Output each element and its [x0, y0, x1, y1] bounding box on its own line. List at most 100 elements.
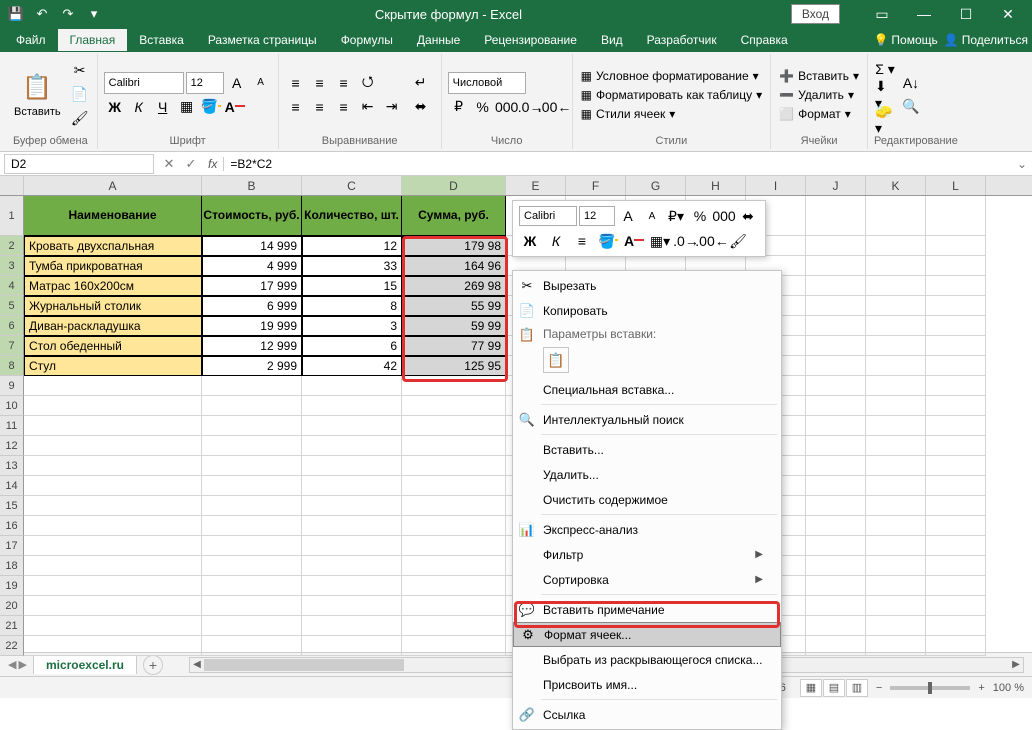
- cell[interactable]: [866, 376, 926, 396]
- row-header[interactable]: 10: [0, 396, 24, 416]
- font-color-icon[interactable]: A: [224, 96, 246, 118]
- grow-font-icon[interactable]: A: [226, 72, 248, 94]
- qat-customize-icon[interactable]: ▾: [82, 2, 106, 26]
- cell[interactable]: [866, 596, 926, 616]
- cell[interactable]: [806, 396, 866, 416]
- insert-cells[interactable]: ➕ Вставить ▾: [777, 68, 861, 84]
- cell[interactable]: 19 999: [202, 316, 302, 336]
- view-normal-icon[interactable]: ▦: [800, 679, 822, 697]
- row-header[interactable]: 16: [0, 516, 24, 536]
- cell[interactable]: [806, 336, 866, 356]
- cell[interactable]: [24, 556, 202, 576]
- cm-insert-comment[interactable]: 💬Вставить примечание: [513, 597, 781, 622]
- tab-data[interactable]: Данные: [405, 29, 472, 51]
- cell[interactable]: [866, 336, 926, 356]
- cell[interactable]: [926, 276, 986, 296]
- underline-button[interactable]: Ч: [152, 96, 174, 118]
- italic-button[interactable]: К: [128, 96, 150, 118]
- cell[interactable]: [866, 516, 926, 536]
- mt-inc-dec-icon[interactable]: .0→: [675, 230, 697, 252]
- cell[interactable]: [24, 636, 202, 656]
- cell[interactable]: [402, 636, 506, 656]
- format-as-table[interactable]: ▦ Форматировать как таблицу ▾: [579, 87, 765, 103]
- row-header[interactable]: 17: [0, 536, 24, 556]
- col-header-d[interactable]: D: [402, 176, 506, 195]
- cell[interactable]: [866, 436, 926, 456]
- row-header[interactable]: 13: [0, 456, 24, 476]
- cell[interactable]: [866, 536, 926, 556]
- cell[interactable]: [806, 616, 866, 636]
- cell[interactable]: 125 95: [402, 356, 506, 376]
- cell[interactable]: [926, 496, 986, 516]
- cell[interactable]: [302, 436, 402, 456]
- zoom-level[interactable]: 100 %: [993, 682, 1024, 694]
- cell[interactable]: Сумма, руб.: [402, 196, 506, 236]
- col-header-c[interactable]: C: [302, 176, 402, 195]
- merge-icon[interactable]: ⬌: [407, 96, 435, 118]
- cell[interactable]: [926, 296, 986, 316]
- cell[interactable]: [202, 476, 302, 496]
- cell[interactable]: 33: [302, 256, 402, 276]
- mt-fill-color-icon[interactable]: 🪣: [597, 230, 619, 252]
- mt-font[interactable]: [519, 206, 577, 226]
- cell[interactable]: [24, 596, 202, 616]
- cell[interactable]: [866, 396, 926, 416]
- col-header-b[interactable]: B: [202, 176, 302, 195]
- border-icon[interactable]: ▦: [176, 96, 198, 118]
- cell[interactable]: [202, 596, 302, 616]
- fx-icon[interactable]: fx: [202, 157, 224, 171]
- currency-icon[interactable]: ₽: [448, 96, 470, 118]
- orientation-icon[interactable]: ⭯: [357, 72, 379, 94]
- cancel-formula-icon[interactable]: ✕: [158, 153, 180, 175]
- cell[interactable]: [202, 376, 302, 396]
- cell[interactable]: [24, 436, 202, 456]
- conditional-formatting[interactable]: ▦ Условное форматирование ▾: [579, 68, 765, 84]
- expand-formula-bar-icon[interactable]: ⌄: [1012, 157, 1032, 171]
- cell[interactable]: [926, 576, 986, 596]
- cell[interactable]: Диван-раскладушка: [24, 316, 202, 336]
- cell[interactable]: [402, 536, 506, 556]
- cm-quick-analysis[interactable]: 📊Экспресс-анализ: [513, 517, 781, 542]
- sheet-next-icon[interactable]: ▶: [18, 658, 26, 671]
- cell[interactable]: [24, 616, 202, 636]
- cell[interactable]: Тумба прикроватная: [24, 256, 202, 276]
- cell[interactable]: [202, 556, 302, 576]
- cell[interactable]: [926, 236, 986, 256]
- cm-filter[interactable]: Фильтр▶: [513, 542, 781, 567]
- row-header[interactable]: 12: [0, 436, 24, 456]
- cell[interactable]: [24, 416, 202, 436]
- cm-sort[interactable]: Сортировка▶: [513, 567, 781, 592]
- cell[interactable]: [806, 376, 866, 396]
- cell[interactable]: [866, 236, 926, 256]
- paste-default-icon[interactable]: 📋: [543, 347, 569, 373]
- mt-size[interactable]: [579, 206, 615, 226]
- tab-formulas[interactable]: Формулы: [329, 29, 405, 51]
- cell[interactable]: 179 98: [402, 236, 506, 256]
- cell[interactable]: [806, 296, 866, 316]
- cell[interactable]: [24, 476, 202, 496]
- cm-copy[interactable]: 📄Копировать: [513, 298, 781, 323]
- cm-format-cells[interactable]: ⚙Формат ячеек...: [513, 622, 781, 647]
- col-header-e[interactable]: E: [506, 176, 566, 195]
- cell[interactable]: [926, 476, 986, 496]
- undo-icon[interactable]: ↶: [30, 2, 54, 26]
- cell[interactable]: [866, 496, 926, 516]
- cell[interactable]: [24, 456, 202, 476]
- mt-dec-dec-icon[interactable]: .00←: [701, 230, 723, 252]
- mt-border-icon[interactable]: ▦▾: [649, 230, 671, 252]
- cell[interactable]: [806, 496, 866, 516]
- sheet-prev-icon[interactable]: ◀: [8, 658, 16, 671]
- bold-button[interactable]: Ж: [104, 96, 126, 118]
- cell[interactable]: [926, 556, 986, 576]
- cell[interactable]: [866, 316, 926, 336]
- cell[interactable]: [302, 616, 402, 636]
- cell[interactable]: [302, 456, 402, 476]
- cell[interactable]: [24, 516, 202, 536]
- cell[interactable]: 6: [302, 336, 402, 356]
- cell[interactable]: Матрас 160х200см: [24, 276, 202, 296]
- cell[interactable]: [806, 516, 866, 536]
- cell[interactable]: [302, 516, 402, 536]
- cell[interactable]: [302, 396, 402, 416]
- cm-link[interactable]: 🔗Ссылка: [513, 702, 781, 727]
- row-header[interactable]: 15: [0, 496, 24, 516]
